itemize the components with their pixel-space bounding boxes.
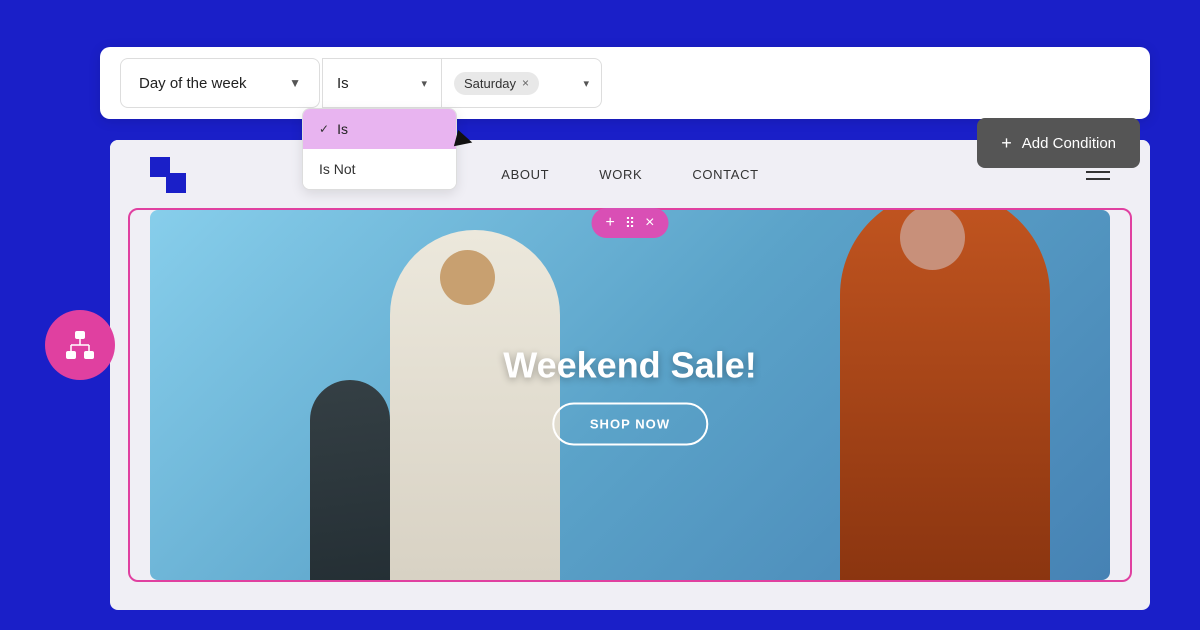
value-selector[interactable]: Saturday × ▾ — [442, 58, 602, 108]
operator-chevron-icon: ▾ — [421, 77, 427, 90]
field-label: Day of the week — [139, 75, 247, 92]
hero-figure-orange — [840, 210, 1050, 580]
value-chip: Saturday × — [454, 72, 539, 95]
page-preview: ABOUT WORK CONTACT + ⠿ × Weekend S — [110, 140, 1150, 610]
nav-item-contact[interactable]: CONTACT — [692, 166, 758, 184]
block-close-icon[interactable]: × — [645, 214, 654, 232]
hero-content: Weekend Sale! SHOP NOW — [503, 345, 756, 446]
hero-title: Weekend Sale! — [503, 345, 756, 387]
nav-link-contact[interactable]: CONTACT — [692, 167, 758, 182]
check-icon: ✓ — [319, 122, 329, 136]
block-toolbar: + ⠿ × — [592, 208, 669, 238]
nav-link-about[interactable]: ABOUT — [501, 167, 549, 182]
hero-section: Weekend Sale! SHOP NOW — [150, 210, 1110, 580]
block-move-icon[interactable]: ⠿ — [625, 215, 635, 232]
add-condition-button[interactable]: + Add Condition — [977, 118, 1140, 168]
field-arrow-icon: ▼ — [289, 76, 301, 90]
hamburger-line-1 — [1086, 171, 1110, 173]
field-selector[interactable]: Day of the week ▼ — [120, 58, 320, 108]
dropdown-item-is[interactable]: ✓ Is — [303, 109, 456, 149]
dropdown-item-isnot-label: Is Not — [319, 161, 356, 177]
operator-label: Is — [337, 75, 349, 92]
dropdown-item-isnot[interactable]: Is Not — [303, 149, 456, 189]
hero-figure-back — [310, 380, 390, 580]
hero-wrapper: Weekend Sale! SHOP NOW — [130, 210, 1130, 580]
value-chevron-icon: ▾ — [583, 77, 589, 90]
nav-link-work[interactable]: WORK — [599, 167, 642, 182]
left-fab[interactable] — [45, 310, 115, 380]
nav-item-about[interactable]: ABOUT — [501, 166, 549, 184]
add-icon: + — [1001, 133, 1012, 154]
block-add-icon[interactable]: + — [606, 214, 615, 232]
operator-dropdown-menu: ✓ Is Is Not — [302, 108, 457, 190]
logo-squares — [150, 157, 186, 193]
add-condition-label: Add Condition — [1022, 135, 1116, 152]
hamburger-line-2 — [1086, 178, 1110, 180]
nav-links: ABOUT WORK CONTACT — [501, 166, 759, 184]
hamburger-menu[interactable] — [1086, 171, 1110, 180]
org-chart-icon — [64, 329, 96, 361]
dropdown-item-is-label: Is — [337, 121, 348, 137]
condition-bar-wrapper: Day of the week ▼ Is ▾ Saturday × ▾ — [100, 47, 1150, 119]
chip-close-icon[interactable]: × — [522, 76, 529, 90]
operator-selector[interactable]: Is ▾ — [322, 58, 442, 108]
value-chip-label: Saturday — [464, 76, 516, 91]
nav-item-work[interactable]: WORK — [599, 166, 642, 184]
logo — [150, 157, 186, 193]
shop-now-button[interactable]: SHOP NOW — [552, 403, 708, 446]
